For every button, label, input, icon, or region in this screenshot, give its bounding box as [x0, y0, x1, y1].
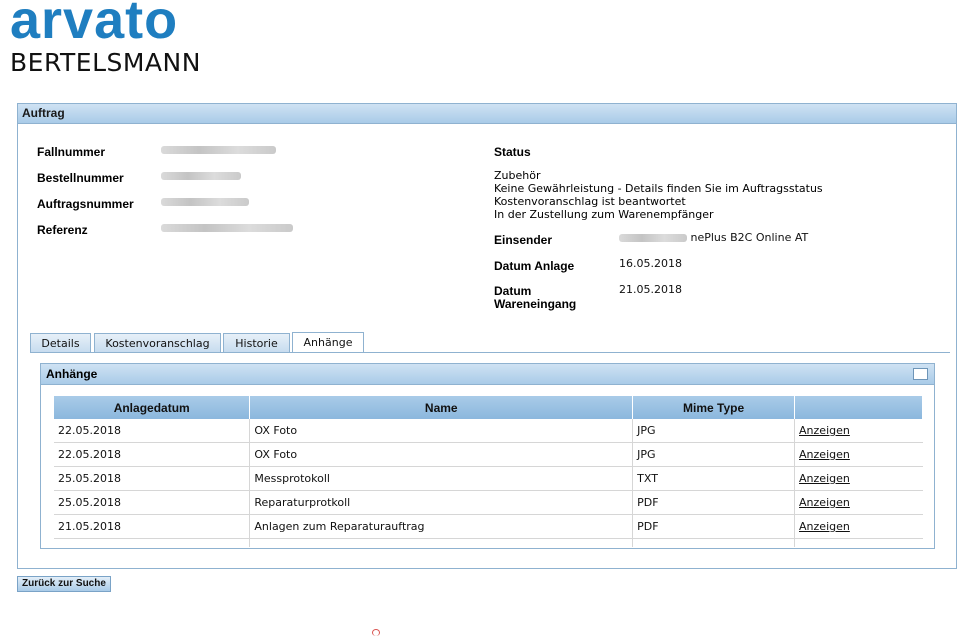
table-row: 22.05.2018 OX Foto JPG Anzeigen [54, 419, 923, 443]
datum-anlage-value: 16.05.2018 [619, 257, 682, 270]
column-header-anlagedatum[interactable]: Anlagedatum [54, 396, 251, 419]
bestellnummer-value [161, 170, 241, 183]
filler-cell [54, 538, 251, 547]
attachments-panel-header: Anhänge [41, 364, 934, 385]
filler-cell [632, 538, 796, 547]
auftragsnummer-label: Auftragsnummer [37, 197, 134, 211]
status-line: In der Zustellung zum Warenempfänger [494, 208, 714, 221]
table-row: 21.05.2018 Anlagen zum Reparaturauftrag … [54, 514, 923, 539]
cell-action: Anzeigen [794, 490, 923, 515]
view-attachment-link[interactable]: Anzeigen [799, 520, 850, 533]
logo-brand: arvato [10, 0, 179, 50]
view-attachment-link[interactable]: Anzeigen [799, 448, 850, 461]
cell-name: Messprotokoll [249, 466, 634, 491]
table-filler-row [54, 538, 923, 548]
cell-date: 25.05.2018 [54, 490, 251, 515]
cell-mime: PDF [632, 490, 796, 515]
status-line: Zubehör [494, 169, 541, 182]
status-lines: Zubehör Keine Gewährleistung - Details f… [494, 169, 823, 221]
attachments-table: Anlagedatum Name Mime Type 22.05.2018 OX… [54, 396, 923, 547]
cell-date: 22.05.2018 [54, 442, 251, 467]
view-attachment-link[interactable]: Anzeigen [799, 496, 850, 509]
cell-name: Anlagen zum Reparaturauftrag [249, 514, 634, 539]
tab-kostenvoranschlag[interactable]: Kostenvoranschlag [94, 333, 221, 352]
order-panel: Auftrag Fallnummer Bestellnummer Auftrag… [17, 103, 957, 569]
cell-mime: JPG [632, 442, 796, 467]
einsender-text: nePlus B2C Online AT [690, 231, 809, 244]
column-header-mime-type[interactable]: Mime Type [632, 396, 796, 419]
tab-anhaenge[interactable]: Anhänge [292, 332, 364, 353]
cell-date: 22.05.2018 [54, 419, 251, 443]
arvato-logo: arvato BERTELSMANN [10, 0, 201, 77]
fallnummer-label: Fallnummer [37, 145, 106, 159]
status-label: Status [494, 145, 531, 159]
auftragsnummer-value [161, 196, 249, 209]
tab-divider [30, 352, 950, 353]
column-header-action [794, 396, 923, 419]
table-row: 25.05.2018 Messprotokoll TXT Anzeigen [54, 466, 923, 491]
referenz-value [161, 222, 293, 235]
datum-wareneingang-value: 21.05.2018 [619, 283, 682, 296]
cell-name: OX Foto [249, 419, 634, 443]
column-header-name[interactable]: Name [249, 396, 634, 419]
filler-cell [795, 539, 923, 548]
table-header-row: Anlagedatum Name Mime Type [54, 396, 923, 419]
attachments-title: Anhänge [46, 367, 98, 381]
logo-sub: BERTELSMANN [10, 48, 201, 77]
cell-action: Anzeigen [794, 466, 923, 491]
cell-mime: PDF [632, 514, 796, 539]
cell-mime: TXT [632, 466, 796, 491]
cell-name: OX Foto [249, 442, 634, 467]
cell-date: 21.05.2018 [54, 514, 251, 539]
order-panel-title: Auftrag [18, 104, 956, 124]
status-line: Keine Gewährleistung - Details finden Si… [494, 182, 823, 195]
cell-mime: JPG [632, 419, 796, 443]
bestellnummer-label: Bestellnummer [37, 171, 124, 185]
view-attachment-link[interactable]: Anzeigen [799, 472, 850, 485]
table-row: 25.05.2018 Reparaturprotkoll PDF Anzeige… [54, 490, 923, 515]
cell-name: Reparaturprotkoll [249, 490, 634, 515]
decorative-mark [372, 629, 380, 636]
cell-action: Anzeigen [794, 442, 923, 467]
cell-date: 25.05.2018 [54, 466, 251, 491]
tab-details[interactable]: Details [30, 333, 91, 352]
datum-wareneingang-label: Datum Wareneingang [494, 285, 576, 311]
einsender-label: Einsender [494, 233, 553, 247]
back-to-search-button[interactable]: Zurück zur Suche [17, 576, 111, 592]
referenz-label: Referenz [37, 223, 88, 237]
datum-wareneingang-label-line2: Wareneingang [494, 297, 577, 311]
table-row: 22.05.2018 OX Foto JPG Anzeigen [54, 442, 923, 467]
status-line: Kostenvoranschlag ist beantwortet [494, 195, 686, 208]
einsender-value: nePlus B2C Online AT [619, 231, 808, 244]
datum-anlage-label: Datum Anlage [494, 259, 575, 273]
cell-action: Anzeigen [794, 514, 923, 539]
cell-action: Anzeigen [794, 419, 923, 443]
filler-cell [249, 538, 634, 547]
attachments-panel: Anhänge Anlagedatum Name Mime Type 22.05… [40, 363, 935, 549]
tab-historie[interactable]: Historie [223, 333, 290, 352]
fallnummer-value [161, 144, 276, 157]
view-attachment-link[interactable]: Anzeigen [799, 424, 850, 437]
collapse-icon[interactable] [913, 368, 928, 380]
